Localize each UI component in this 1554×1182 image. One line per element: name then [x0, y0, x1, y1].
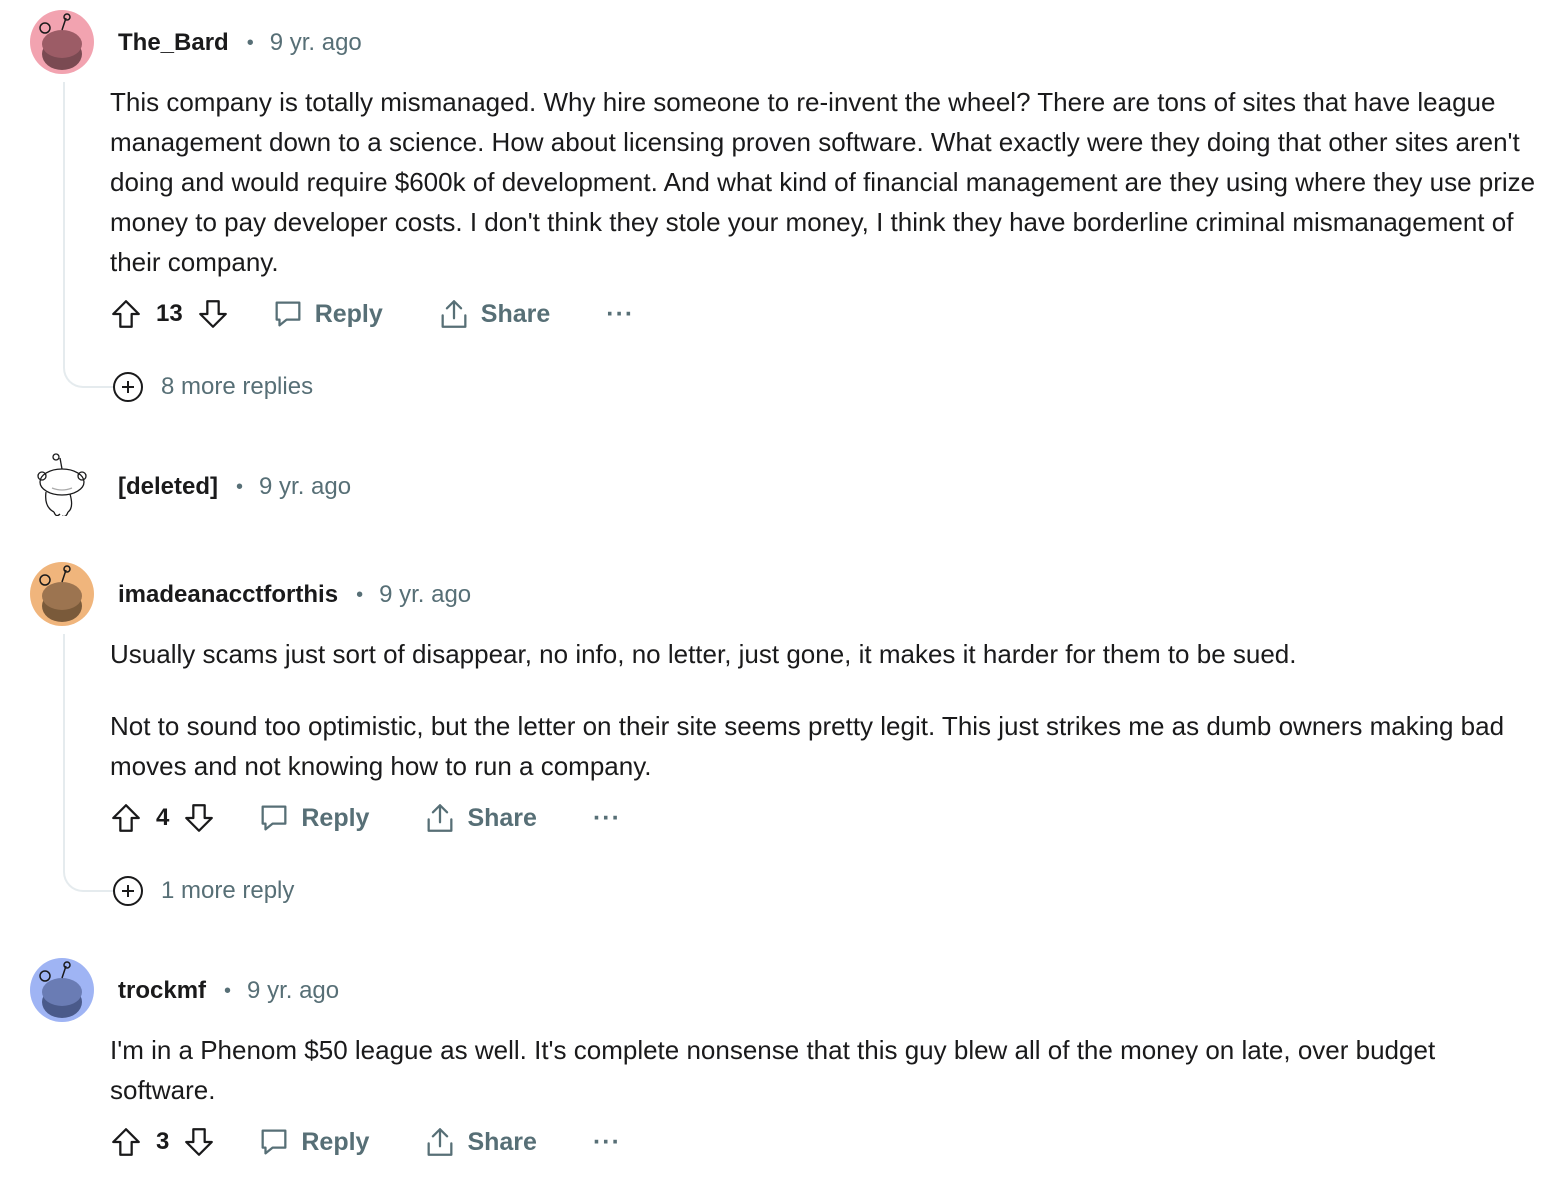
reply-button[interactable]: Reply — [257, 1125, 369, 1159]
upvote-icon — [112, 1128, 140, 1156]
vote-score: 3 — [156, 1128, 170, 1155]
snoo-avatar-icon — [39, 565, 82, 622]
comment-actions: 4 Reply Share ··· — [108, 798, 621, 838]
share-icon — [427, 1128, 453, 1156]
reply-icon — [261, 805, 287, 831]
more-options-button[interactable]: ··· — [593, 1128, 621, 1157]
share-label: Share — [467, 803, 537, 832]
reply-icon — [261, 1129, 287, 1155]
snoo-avatar-icon — [39, 13, 82, 70]
comment-body: Usually scams just sort of disappear, no… — [110, 634, 1540, 786]
comment-body: This company is totally mismanaged. Why … — [110, 82, 1540, 282]
meta-separator: • — [224, 979, 232, 1002]
downvote-button[interactable] — [181, 1122, 217, 1162]
snoo-avatar-icon — [39, 961, 82, 1018]
meta-separator: • — [236, 475, 244, 498]
more-replies-label: 1 more reply — [161, 877, 295, 904]
share-label: Share — [467, 1127, 537, 1156]
comment-paragraph: This company is totally mismanaged. Why … — [110, 87, 1536, 277]
more-options-icon: ··· — [592, 1127, 621, 1156]
comment-meta: The_Bard • 9 yr. ago — [118, 28, 362, 58]
reply-button[interactable]: Reply — [257, 801, 369, 835]
avatar[interactable] — [30, 10, 94, 74]
share-button[interactable]: Share — [423, 801, 537, 835]
reply-button[interactable]: Reply — [271, 297, 383, 331]
reply-icon — [275, 301, 301, 327]
timestamp[interactable]: 9 yr. ago — [259, 473, 351, 501]
timestamp[interactable]: 9 yr. ago — [379, 581, 471, 609]
more-replies-link[interactable]: 8 more replies — [113, 370, 313, 404]
comment-meta: imadeanacctforthis • 9 yr. ago — [118, 580, 471, 610]
downvote-button[interactable] — [181, 798, 217, 838]
avatar — [30, 452, 94, 516]
comment-meta: trockmf • 9 yr. ago — [118, 976, 339, 1006]
more-replies-label: 8 more replies — [161, 373, 314, 400]
share-icon — [427, 804, 453, 832]
upvote-button[interactable] — [108, 294, 144, 334]
comment-paragraph: Usually scams just sort of disappear, no… — [110, 639, 1297, 669]
comment-meta: [deleted] • 9 yr. ago — [118, 472, 351, 502]
thread-line — [63, 634, 65, 864]
author-name: [deleted] — [118, 473, 219, 500]
reply-label: Reply — [301, 1127, 370, 1156]
more-options-button[interactable]: ··· — [593, 804, 621, 833]
comment-paragraph: I'm in a Phenom $50 league as well. It's… — [110, 1035, 1436, 1105]
comment-paragraph: Not to sound too optimistic, but the let… — [110, 711, 1505, 781]
timestamp[interactable]: 9 yr. ago — [247, 977, 339, 1005]
share-button[interactable]: Share — [423, 1125, 537, 1159]
thread-curve — [63, 360, 115, 388]
upvote-icon — [112, 804, 140, 832]
downvote-button[interactable] — [195, 294, 231, 334]
avatar[interactable] — [30, 958, 94, 1022]
downvote-icon — [185, 804, 214, 832]
thread-curve — [63, 864, 115, 892]
comment-actions: 13 Reply Share ··· — [108, 294, 634, 334]
share-button[interactable]: Share — [437, 297, 550, 331]
downvote-icon — [185, 1128, 214, 1156]
avatar[interactable] — [30, 562, 94, 626]
more-options-button[interactable]: ··· — [606, 300, 634, 329]
downvote-icon — [198, 300, 227, 328]
upvote-icon — [112, 300, 140, 328]
expand-plus-icon — [113, 372, 143, 402]
author-name[interactable]: imadeanacctforthis — [118, 581, 338, 609]
meta-separator: • — [246, 31, 254, 54]
share-icon — [441, 300, 467, 328]
expand-plus-icon — [113, 876, 143, 906]
upvote-button[interactable] — [108, 798, 144, 838]
upvote-button[interactable] — [108, 1122, 144, 1162]
vote-score: 4 — [156, 804, 170, 831]
timestamp[interactable]: 9 yr. ago — [270, 29, 362, 57]
share-label: Share — [480, 299, 551, 328]
comment-body: I'm in a Phenom $50 league as well. It's… — [110, 1030, 1540, 1110]
more-replies-link[interactable]: 1 more reply — [113, 874, 294, 908]
vote-score: 13 — [156, 300, 183, 327]
author-name[interactable]: trockmf — [118, 977, 206, 1005]
comment-actions: 3 Reply Share ··· — [108, 1122, 621, 1162]
snoo-avatar-icon — [37, 453, 87, 516]
meta-separator: • — [356, 583, 364, 606]
author-name[interactable]: The_Bard — [118, 29, 229, 57]
more-options-icon: ··· — [606, 299, 635, 328]
more-options-icon: ··· — [592, 803, 621, 832]
reply-label: Reply — [314, 299, 383, 328]
thread-line — [63, 82, 65, 360]
reply-label: Reply — [301, 803, 370, 832]
